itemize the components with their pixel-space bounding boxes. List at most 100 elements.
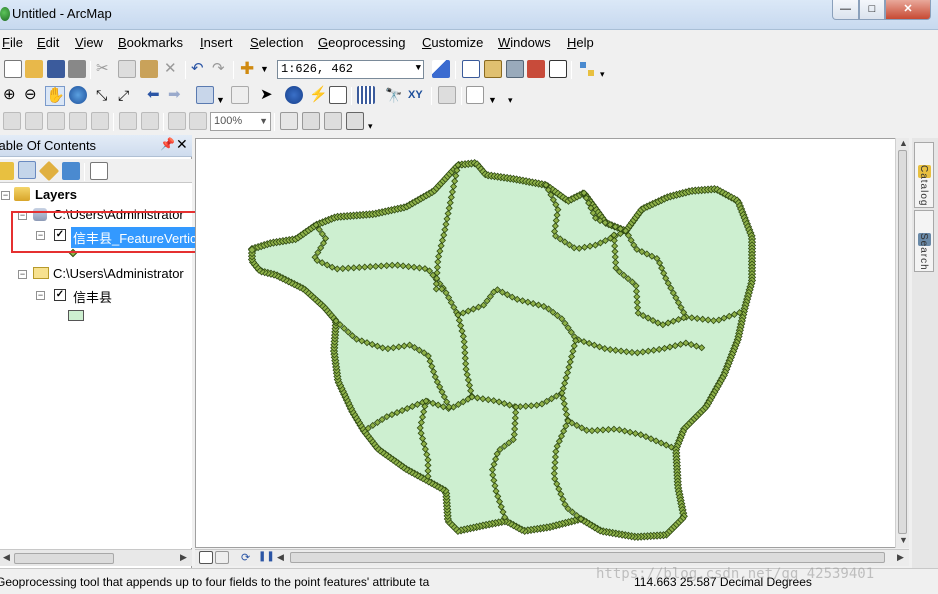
pause-drawing-icon[interactable]: ❚❚ — [258, 551, 275, 562]
toc-horizontal-scrollbar[interactable]: ◀ ▶ — [0, 549, 192, 566]
scroll-down-icon[interactable]: ▼ — [899, 535, 908, 545]
pin-icon[interactable]: 📌 — [160, 137, 175, 151]
data-driven-pages-icon[interactable] — [346, 112, 364, 130]
menu-insert[interactable]: Insert — [200, 35, 233, 50]
layout-zoom-100-icon[interactable] — [189, 112, 207, 130]
search-window-icon[interactable] — [506, 60, 524, 78]
list-by-selection-icon[interactable] — [62, 162, 80, 180]
menu-file[interactable]: File — [2, 35, 23, 50]
viewer-window-icon[interactable] — [466, 86, 484, 104]
select-by-graphics-icon[interactable] — [196, 86, 214, 104]
hyperlink-icon[interactable]: ⚡ — [309, 86, 328, 104]
save-icon[interactable] — [47, 60, 65, 78]
scrollbar-thumb[interactable] — [898, 150, 907, 534]
toc-options-icon[interactable] — [90, 162, 108, 180]
list-by-visibility-icon[interactable] — [38, 160, 60, 182]
print-icon[interactable] — [68, 60, 86, 78]
copy-icon[interactable] — [118, 60, 136, 78]
scroll-left-icon[interactable]: ◀ — [277, 552, 284, 563]
map-display[interactable] — [195, 138, 909, 548]
focus-data-frame-icon[interactable] — [302, 112, 320, 130]
paste-icon[interactable] — [140, 60, 158, 78]
catalog-tab[interactable]: Catalog — [914, 142, 934, 208]
list-by-drawing-order-icon[interactable] — [0, 162, 14, 180]
close-button[interactable]: ✕ — [885, 0, 931, 20]
data-view-icon[interactable] — [199, 551, 213, 564]
table-icon[interactable] — [462, 60, 480, 78]
full-extent-icon[interactable] — [69, 86, 87, 104]
layout-full-extent-icon[interactable] — [69, 112, 87, 130]
forward-extent-icon[interactable]: ➡ — [168, 86, 181, 104]
add-data-icon[interactable]: ✚ — [240, 60, 254, 78]
open-folder-icon[interactable] — [25, 60, 43, 78]
menu-help[interactable]: Help — [567, 35, 594, 50]
layout-zoom-select[interactable]: 100% ▼ — [210, 112, 271, 131]
toc-source-group[interactable]: − C:\Users\Administrator — [0, 266, 192, 284]
map-vertical-scrollbar[interactable]: ▲ ▼ — [895, 138, 909, 548]
select-elements-icon[interactable]: ➤ — [260, 86, 273, 104]
layout-whole-page-icon[interactable] — [91, 112, 109, 130]
layout-zoom-out-icon[interactable] — [25, 112, 43, 130]
list-by-source-icon[interactable] — [18, 161, 36, 179]
menu-windows[interactable]: Windows — [498, 35, 551, 50]
scroll-right-icon[interactable]: ▶ — [897, 552, 904, 563]
map-scale-input[interactable]: 1:626, 462 ▼ — [277, 60, 424, 79]
layer-visibility-checkbox[interactable]: ✓ — [54, 289, 66, 301]
menu-view[interactable]: View — [75, 35, 103, 50]
model-builder-icon[interactable] — [578, 60, 596, 78]
python-icon[interactable] — [549, 60, 567, 78]
menu-edit[interactable]: Edit — [37, 35, 59, 50]
toc-layer-row[interactable]: − ✓ 信丰县 — [0, 287, 192, 305]
toolbar-overflow-icon[interactable]: ▾ — [508, 91, 513, 109]
editor-icon[interactable] — [432, 60, 450, 78]
add-data-dropdown-icon[interactable]: ▼ — [260, 60, 269, 78]
toggle-draft-mode-icon[interactable] — [280, 112, 298, 130]
layer-name[interactable]: 信丰县 — [73, 287, 112, 306]
menu-customize[interactable]: Customize — [422, 35, 483, 50]
back-extent-icon[interactable]: ⬅ — [147, 86, 160, 104]
refresh-icon[interactable]: ⟳ — [241, 551, 250, 564]
change-layout-icon[interactable] — [324, 112, 342, 130]
minimize-button[interactable]: — — [832, 0, 859, 20]
layers-root[interactable]: − Layers — [0, 187, 190, 205]
scrollbar-thumb[interactable] — [290, 552, 885, 563]
html-popup-icon[interactable] — [329, 86, 347, 104]
chevron-down-icon[interactable]: ▼ — [416, 63, 421, 73]
chevron-down-icon[interactable]: ▼ — [259, 116, 268, 126]
collapse-toggle[interactable]: − — [18, 270, 27, 279]
chevron-down-icon[interactable]: ▼ — [488, 91, 497, 109]
menu-selection[interactable]: Selection — [250, 35, 303, 50]
catalog-icon[interactable] — [484, 60, 502, 78]
toolbar-overflow-icon[interactable]: ▾ — [600, 65, 605, 83]
maximize-button[interactable]: □ — [859, 0, 885, 20]
scrollbar-thumb[interactable] — [14, 553, 114, 564]
menu-bookmarks[interactable]: Bookmarks — [118, 35, 183, 50]
identify-icon[interactable] — [285, 86, 303, 104]
go-to-xy-icon[interactable]: XY — [408, 86, 423, 104]
find-icon[interactable]: 🔭 — [385, 86, 402, 104]
layout-pan-icon[interactable] — [47, 112, 65, 130]
menu-geoprocessing[interactable]: Geoprocessing — [318, 35, 405, 50]
zoom-in-icon[interactable]: ⊕ — [3, 86, 16, 104]
chevron-down-icon[interactable]: ▼ — [216, 91, 225, 109]
scroll-right-icon[interactable]: ▶ — [180, 552, 187, 563]
zoom-out-icon[interactable]: ⊖ — [24, 86, 37, 104]
layout-fixed-zoom-out-icon[interactable] — [141, 112, 159, 130]
layout-view-icon[interactable] — [215, 551, 229, 564]
new-document-icon[interactable] — [4, 60, 22, 78]
measure-icon[interactable] — [357, 86, 375, 104]
scroll-left-icon[interactable]: ◀ — [3, 552, 10, 563]
arctoolbox-icon[interactable] — [527, 60, 545, 78]
layout-zoom-in-icon[interactable] — [3, 112, 21, 130]
search-tab[interactable]: Search — [914, 210, 934, 272]
cut-icon[interactable]: ✂ — [96, 60, 109, 78]
undo-icon[interactable]: ↶ — [191, 60, 204, 78]
collapse-toggle[interactable]: − — [1, 191, 10, 200]
pan-icon[interactable]: ✋ — [45, 86, 65, 106]
layout-fixed-zoom-in-icon[interactable] — [119, 112, 137, 130]
layout-back-icon[interactable] — [168, 112, 186, 130]
time-slider-icon[interactable] — [438, 86, 456, 104]
clear-selection-icon[interactable] — [231, 86, 249, 104]
toc-close-button[interactable]: ✕ — [176, 136, 188, 153]
fixed-zoom-in-icon[interactable]: ⤡ — [96, 86, 107, 104]
